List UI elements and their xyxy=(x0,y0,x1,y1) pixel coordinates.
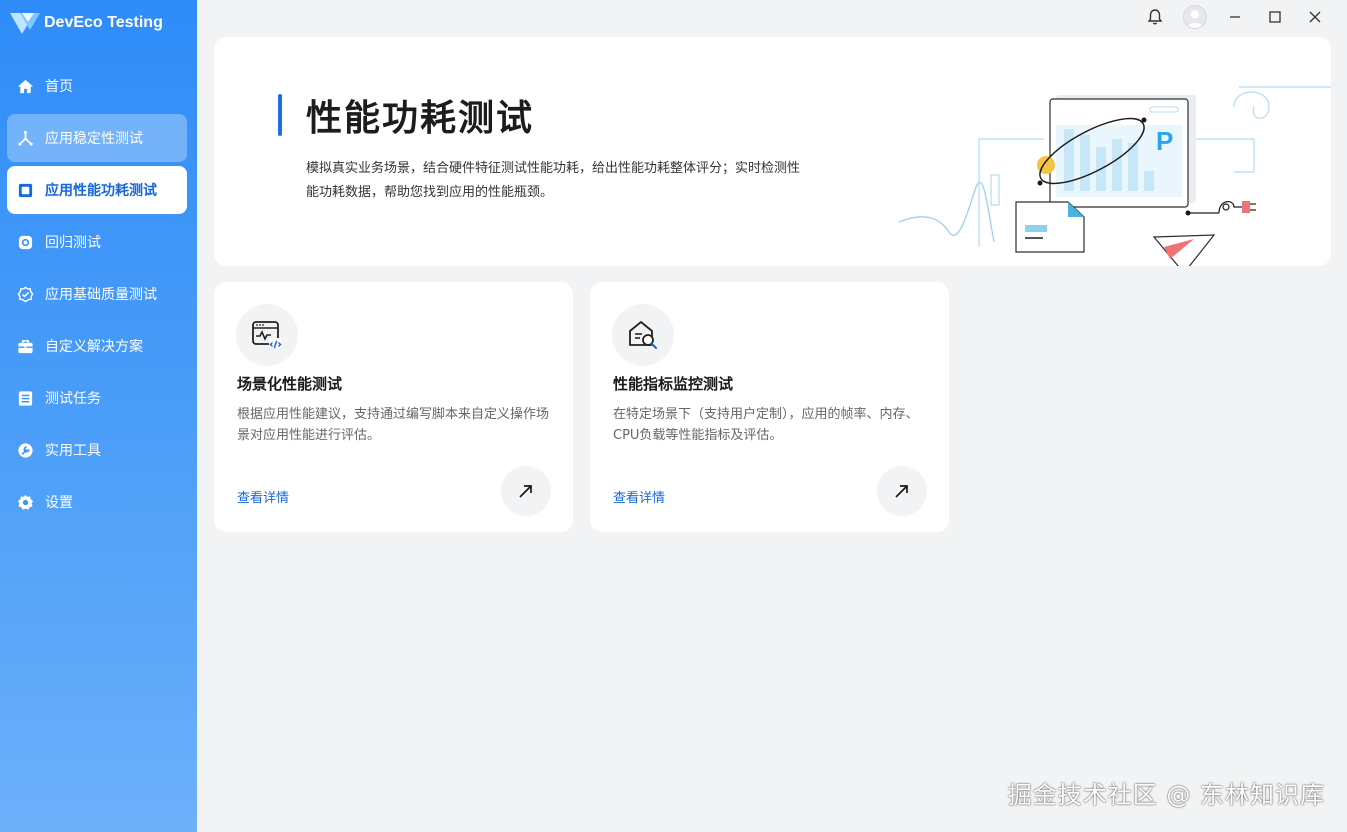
close-icon xyxy=(1309,11,1321,23)
sidebar-item-label: 设置 xyxy=(45,495,73,511)
minimize-icon xyxy=(1230,16,1240,18)
notification-button[interactable] xyxy=(1135,4,1175,30)
card-icon-wrap xyxy=(612,304,674,366)
sidebar-item-performance[interactable]: 应用性能功耗测试 xyxy=(7,166,187,214)
sidebar-item-label: 应用稳定性测试 xyxy=(45,131,143,147)
maximize-button[interactable] xyxy=(1255,4,1295,30)
sidebar-item-label: 首页 xyxy=(45,79,73,95)
card-icon-wrap xyxy=(236,304,298,366)
sidebar-item-label: 回归测试 xyxy=(45,235,101,251)
app-logo: DevEco Testing xyxy=(8,10,163,36)
card-title: 场景化性能测试 xyxy=(237,375,343,393)
card-title: 性能指标监控测试 xyxy=(613,375,734,393)
sidebar-item-stability[interactable]: 应用稳定性测试 xyxy=(7,114,187,162)
gear-icon xyxy=(17,494,34,511)
title-accent-bar xyxy=(278,94,282,136)
monitor-search-icon xyxy=(629,321,657,349)
arrow-up-right-icon xyxy=(519,485,532,498)
card-scenario-performance[interactable]: 场景化性能测试 根据应用性能建议，支持通过编写脚本来自定义操作场景对应用性能进行… xyxy=(214,282,573,532)
svg-text:P: P xyxy=(1156,126,1173,156)
sidebar-item-quality[interactable]: 应用基础质量测试 xyxy=(7,270,187,318)
sidebar-item-label: 测试任务 xyxy=(45,391,101,407)
sidebar-item-label: 应用基础质量测试 xyxy=(45,287,157,303)
sidebar-item-settings[interactable]: 设置 xyxy=(7,478,187,526)
toolbox-icon xyxy=(17,338,34,355)
deveco-logo-icon xyxy=(10,13,40,34)
bell-icon xyxy=(1147,9,1163,25)
close-button[interactable] xyxy=(1295,4,1335,30)
stability-icon xyxy=(17,130,34,147)
minimize-button[interactable] xyxy=(1215,4,1255,30)
view-details-link[interactable]: 查看详情 xyxy=(613,487,665,506)
view-details-link[interactable]: 查看详情 xyxy=(237,487,289,506)
regression-icon xyxy=(17,234,34,251)
page-description: 模拟真实业务场景，结合硬件特征测试性能功耗，给出性能功耗整体评分；实时检测性能功… xyxy=(306,161,801,200)
open-card-button[interactable] xyxy=(877,466,927,516)
sidebar: DevEco Testing 首页 应用稳定性测试 应用性能功耗测试 回归测试 … xyxy=(0,0,197,832)
home-icon xyxy=(17,78,34,95)
task-list-icon xyxy=(17,390,34,407)
sidebar-item-label: 应用性能功耗测试 xyxy=(45,183,157,199)
page-title: 性能功耗测试 xyxy=(306,98,535,139)
open-card-button[interactable] xyxy=(501,466,551,516)
window-controls xyxy=(1135,4,1335,30)
sidebar-item-test-tasks[interactable]: 测试任务 xyxy=(7,374,187,422)
performance-icon xyxy=(17,182,34,199)
sidebar-item-utilities[interactable]: 实用工具 xyxy=(7,426,187,474)
user-avatar-button[interactable] xyxy=(1175,4,1215,30)
hero-banner: 性能功耗测试 模拟真实业务场景，结合硬件特征测试性能功耗，给出性能功耗整体评分；… xyxy=(214,37,1331,266)
app-title: DevEco Testing xyxy=(44,14,163,31)
sidebar-item-home[interactable]: 首页 xyxy=(7,62,187,110)
user-icon xyxy=(1186,10,1204,28)
wrench-icon xyxy=(17,442,34,459)
card-description: 在特定场景下（支持用户定制），应用的帧率、内存、CPU负载等性能指标及评估。 xyxy=(613,407,919,443)
watermark: 掘金技术社区 @ 东林知识库 xyxy=(1007,781,1325,809)
card-description: 根据应用性能建议，支持通过编写脚本来自定义操作场景对应用性能进行评估。 xyxy=(237,407,550,443)
sidebar-item-label: 自定义解决方案 xyxy=(45,339,143,355)
avatar xyxy=(1183,5,1207,29)
sidebar-item-regression[interactable]: 回归测试 xyxy=(7,218,187,266)
quality-check-icon xyxy=(17,286,34,303)
scenario-code-icon xyxy=(252,321,282,349)
performance-illustration: P xyxy=(898,86,1331,266)
sidebar-item-custom-solution[interactable]: 自定义解决方案 xyxy=(7,322,187,370)
card-performance-monitoring[interactable]: 性能指标监控测试 在特定场景下（支持用户定制），应用的帧率、内存、CPU负载等性… xyxy=(590,282,949,532)
maximize-icon xyxy=(1269,11,1281,23)
sidebar-item-label: 实用工具 xyxy=(45,443,101,459)
arrow-up-right-icon xyxy=(895,485,908,498)
